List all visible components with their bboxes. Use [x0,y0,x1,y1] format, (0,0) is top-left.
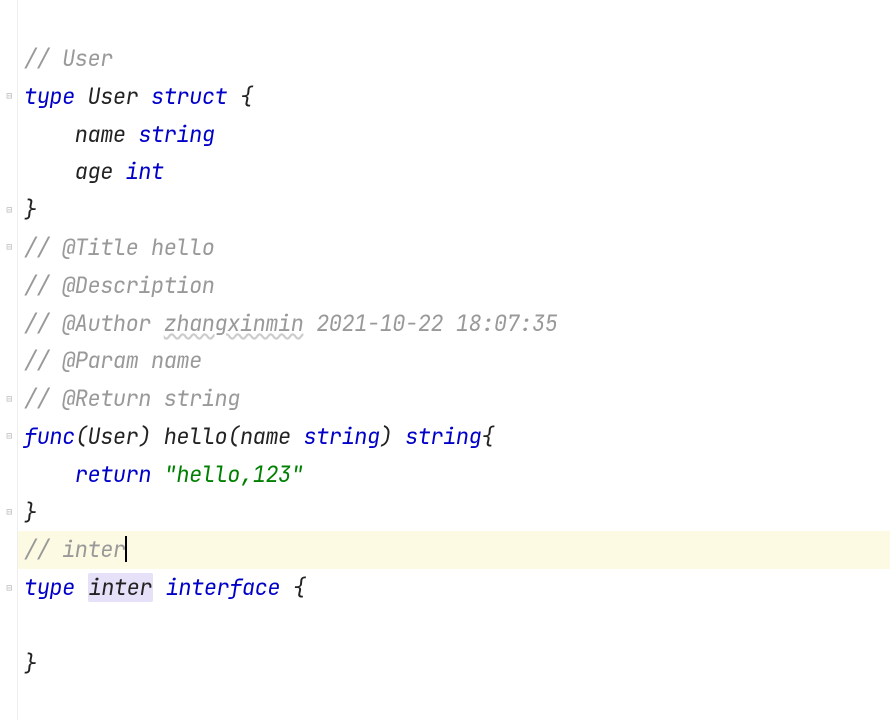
token: { [293,573,306,602]
token: inter [88,573,154,602]
token: string [303,422,379,451]
token: type [24,573,88,602]
token [24,460,75,489]
token: // User [24,44,113,73]
fold-toggle-icon[interactable]: ⊟ [3,430,15,442]
token: interface [166,573,293,602]
code-line[interactable]: type User struct { [24,78,890,116]
token: func [24,422,75,451]
code-line[interactable]: type inter interface { [24,569,890,607]
token: int [126,157,164,186]
token: 2021-10-22 18:07:35 [303,309,557,338]
text-caret [125,536,127,562]
token: // @Param name [24,346,202,375]
token: } [24,498,37,527]
token: ) [380,422,405,451]
token: type [24,82,88,111]
token: } [24,649,37,678]
code-line[interactable]: // inter [18,531,890,569]
gutter: ⊟ ⊟ ⊟ ⊟ ⊟ ⊟ ⊟ [0,0,18,720]
fold-toggle-icon[interactable]: ⊟ [3,506,15,518]
code-line[interactable]: // @Return string [24,380,890,418]
code-line[interactable]: // @Description [24,267,890,305]
token: } [24,195,37,224]
token: age [24,157,126,186]
fold-toggle-icon[interactable]: ⊟ [3,90,15,102]
token: return [75,460,164,489]
code-line[interactable]: } [24,645,890,683]
code-line[interactable]: // @Author zhangxinmin 2021-10-22 18:07:… [24,305,890,343]
token: ) [138,422,163,451]
code-editor[interactable]: ⊟ ⊟ ⊟ ⊟ ⊟ ⊟ ⊟ // User type User struct { name s… [0,0,890,720]
token: ( [227,422,240,451]
code-area[interactable]: // User type User struct { name string ag… [18,0,890,720]
token: string [405,422,481,451]
fold-toggle-icon[interactable]: ⊟ [3,581,15,593]
code-line[interactable]: name string [24,116,890,154]
code-line[interactable]: // @Title hello [24,229,890,267]
code-line[interactable]: // @Param name [24,342,890,380]
code-line[interactable]: func(User) hello(name string) string{ [24,418,890,456]
code-line[interactable]: } [24,191,890,229]
code-line[interactable]: // User [24,40,890,78]
token: zhangxinmin [164,309,304,338]
token: name [240,422,304,451]
token: { [481,422,494,451]
fold-toggle-icon[interactable]: ⊟ [3,392,15,404]
token: name [24,120,138,149]
code-line[interactable]: age int [24,153,890,191]
token: User [88,422,139,451]
token: string [138,120,214,149]
token: // @Description [24,271,215,300]
code-line[interactable] [24,607,890,645]
token: // inter [24,535,126,564]
fold-toggle-icon[interactable]: ⊟ [3,203,15,215]
token: // @Author [24,309,164,338]
token: hello [164,422,228,451]
token: "hello,123" [164,460,304,489]
token [153,573,166,602]
token: { [240,82,253,111]
token: // @Title hello [24,233,215,262]
token: // @Return string [24,384,240,413]
token: struct [151,82,240,111]
code-line[interactable]: return "hello,123" [24,456,890,494]
fold-toggle-icon[interactable]: ⊟ [3,241,15,253]
code-line[interactable]: } [24,494,890,532]
token: User [88,82,152,111]
token: ( [75,422,88,451]
